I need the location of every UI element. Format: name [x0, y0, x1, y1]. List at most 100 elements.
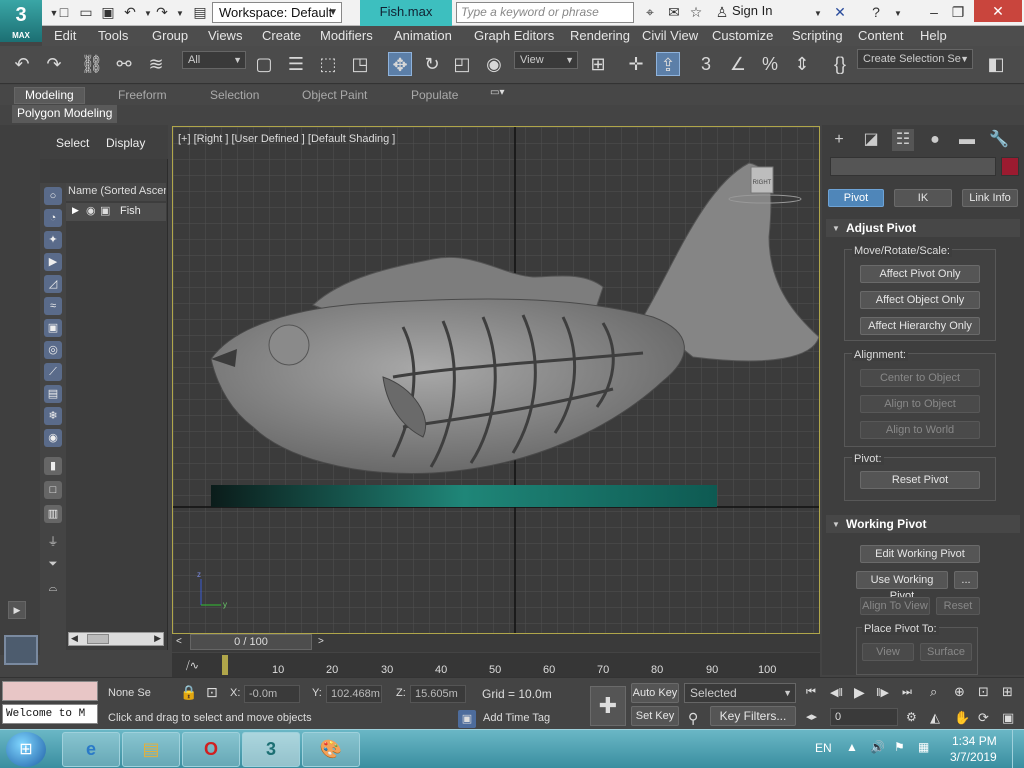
tab-freeform[interactable]: Freeform	[118, 88, 167, 102]
set-keys-icon[interactable]: ✚	[590, 686, 626, 726]
edit-named-selection-icon[interactable]: {}	[828, 52, 852, 76]
tab-object-paint[interactable]: Object Paint	[302, 88, 367, 102]
display-groups-icon[interactable]: ▣	[44, 319, 62, 337]
scene-object-row[interactable]: ▶ ◉ ▣ Fish	[66, 203, 166, 221]
key-set-dropdown[interactable]: Selected ▼	[684, 683, 796, 703]
explorer-display-menu[interactable]: Display	[106, 136, 145, 150]
field-of-view-icon[interactable]: ◭	[930, 710, 940, 726]
link-info-tab-button[interactable]: Link Info	[962, 189, 1018, 207]
display-hidden-icon[interactable]: ◉	[44, 429, 62, 447]
menu-content[interactable]: Content	[858, 28, 904, 43]
menu-animation[interactable]: Animation	[394, 28, 452, 43]
named-selection-dropdown[interactable]: Create Selection Se ▼	[857, 49, 973, 69]
percent-snap-icon[interactable]: %	[758, 52, 782, 76]
clock-time[interactable]: 1:34 PM	[952, 734, 997, 748]
explorer-horizontal-scrollbar[interactable]: ◀ ▶	[68, 632, 164, 646]
display-cameras-icon[interactable]: ▶	[44, 253, 62, 271]
zoom-extents-all-icon[interactable]: ⊞	[1002, 684, 1013, 700]
maxscript-listener-input[interactable]: Welcome to M	[2, 704, 98, 724]
z-coordinate-input[interactable]: 15.605m	[410, 685, 466, 703]
input-language[interactable]: EN	[815, 741, 832, 755]
menu-tools[interactable]: Tools	[98, 28, 128, 43]
reset-working-pivot-button[interactable]: Reset	[936, 597, 980, 615]
affect-hierarchy-only-button[interactable]: Affect Hierarchy Only	[860, 317, 980, 335]
time-slider-thumb[interactable]: 0 / 100	[190, 634, 312, 650]
display-helpers-icon[interactable]: ◿	[44, 275, 62, 293]
key-filters-button[interactable]: Key Filters...	[710, 706, 796, 726]
search-input[interactable]: Type a keyword or phrase	[456, 2, 634, 23]
ribbon-options-icon[interactable]: ▭▾	[490, 87, 504, 98]
fish-stand-base[interactable]	[211, 485, 717, 507]
object-name-field[interactable]	[830, 157, 996, 176]
paint-app-icon[interactable]: 🎨	[302, 732, 360, 767]
tab-populate[interactable]: Populate	[411, 88, 458, 102]
restore-icon[interactable]: ❐	[948, 2, 968, 22]
reset-pivot-button[interactable]: Reset Pivot	[860, 471, 980, 489]
go-to-end-icon[interactable]: ⏭	[902, 686, 912, 699]
display-xrefs-icon[interactable]: ◎	[44, 341, 62, 359]
add-time-tag-button[interactable]: Add Time Tag	[483, 712, 550, 724]
show-desktop-button[interactable]	[1012, 730, 1024, 768]
invert-display-icon[interactable]: ▥	[44, 505, 62, 523]
expand-arrow-icon[interactable]: ▶	[72, 205, 79, 216]
volume-icon[interactable]: 🔊	[870, 740, 885, 754]
viewport-layout-icon[interactable]	[4, 635, 38, 665]
start-button-icon[interactable]: ⊞	[6, 732, 46, 767]
pivot-center-icon[interactable]: ⊞	[586, 52, 610, 76]
mini-curve-editor-icon[interactable]: ⧸∿	[186, 659, 199, 673]
maximize-viewport-icon[interactable]: ▣	[1002, 710, 1014, 726]
object-color-swatch[interactable]	[1001, 157, 1019, 176]
favorites-star-icon[interactable]: ☆	[686, 2, 706, 22]
autodesk-exchange-icon[interactable]: ✕	[830, 2, 850, 22]
utilities-panel-icon[interactable]: 🔧	[988, 129, 1010, 151]
minimize-icon[interactable]: –	[924, 2, 944, 22]
place-icon[interactable]: ◉	[482, 52, 506, 76]
app-logo[interactable]: 3 MAX	[0, 0, 42, 42]
mirror-icon[interactable]: ◧	[984, 52, 1008, 76]
keyboard-shortcut-override-icon[interactable]: ⇪	[656, 52, 680, 76]
working-pivot-options-button[interactable]: ...	[954, 571, 978, 589]
pivot-tab-button[interactable]: Pivot	[828, 189, 884, 207]
scroll-thumb[interactable]	[87, 634, 109, 644]
current-frame-marker[interactable]	[222, 655, 228, 675]
undo-icon[interactable]: ↶	[10, 52, 34, 76]
tray-arrow-icon[interactable]: ▲	[846, 740, 858, 754]
user-icon[interactable]: ♙	[712, 2, 732, 22]
menu-create[interactable]: Create	[262, 28, 301, 43]
display-panel-icon[interactable]: ▬	[956, 129, 978, 151]
align-to-view-button[interactable]: Align To View	[860, 597, 930, 615]
workspace-dropdown[interactable]: Workspace: Default ▼	[212, 2, 342, 23]
current-frame-input[interactable]: 0	[830, 708, 898, 726]
scroll-left-icon[interactable]: ◀	[71, 633, 78, 644]
zoom-all-icon[interactable]: ⊕	[954, 684, 965, 700]
menu-civil-view[interactable]: Civil View	[642, 28, 698, 43]
visibility-eye-icon[interactable]: ◉	[86, 204, 96, 217]
display-frozen-icon[interactable]: ❄	[44, 407, 62, 425]
redo-dropdown-icon[interactable]: ▼	[170, 4, 190, 24]
project-folder-icon[interactable]: ▤	[190, 2, 210, 22]
motion-panel-icon[interactable]: ●	[924, 129, 946, 151]
align-to-world-button[interactable]: Align to World	[860, 421, 980, 439]
display-lights-icon[interactable]: ✦	[44, 231, 62, 249]
close-window-icon[interactable]: ✕	[974, 0, 1022, 22]
create-panel-icon[interactable]: +	[828, 129, 850, 151]
go-to-start-icon[interactable]: ⏮	[806, 686, 816, 699]
opera-browser-icon[interactable]: O	[182, 732, 240, 767]
menu-views[interactable]: Views	[208, 28, 242, 43]
display-geometry-icon[interactable]: ◔	[44, 209, 62, 227]
help-dropdown-icon[interactable]: ▼	[888, 4, 908, 24]
track-bar[interactable]: ⧸∿ 10 20 30 40 50 60 70 80 90 100	[172, 653, 820, 677]
selection-lock-icon[interactable]: 🔒	[180, 684, 197, 701]
hierarchy-panel-icon[interactable]: ☷	[892, 129, 914, 151]
link-icon[interactable]: ⛓	[80, 52, 104, 76]
spinner-snap-icon[interactable]: ⇕	[790, 52, 814, 76]
undo-icon[interactable]: ↶	[120, 2, 140, 22]
save-icon[interactable]: ▣	[98, 2, 118, 22]
x-coordinate-input[interactable]: -0.0m	[244, 685, 300, 703]
working-pivot-rollout[interactable]: Working Pivot	[826, 515, 1020, 534]
scroll-right-icon[interactable]: ▶	[154, 633, 161, 644]
explorer-select-menu[interactable]: Select	[56, 136, 89, 150]
new-file-icon[interactable]: □	[54, 2, 74, 22]
modify-panel-icon[interactable]: ◪	[860, 129, 882, 151]
redo-icon[interactable]: ↷	[152, 2, 172, 22]
